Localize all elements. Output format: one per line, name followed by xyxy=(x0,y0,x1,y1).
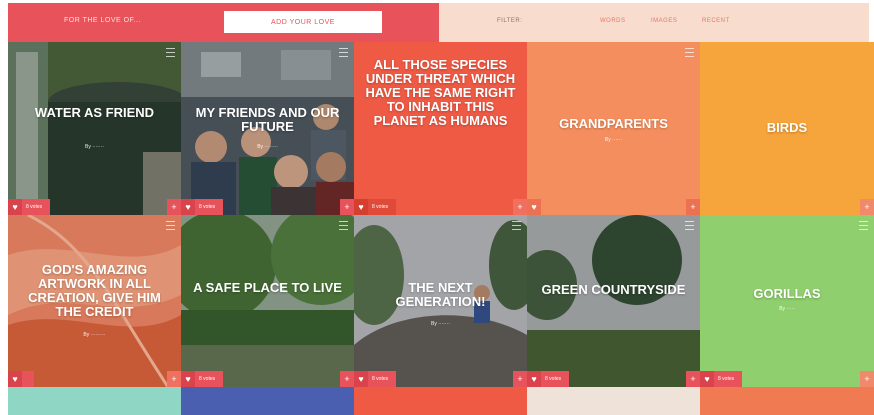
menu-icon[interactable] xyxy=(685,48,694,57)
heart-icon[interactable]: ♥ xyxy=(354,199,368,215)
site-brand[interactable]: FOR THE LOVE OF... xyxy=(64,17,141,24)
love-tile-next-generation[interactable]: THE NEXT GENERATION! By ······· ♥ 8 vote… xyxy=(354,215,527,387)
menu-icon[interactable] xyxy=(859,221,868,230)
photo-overlay xyxy=(527,215,700,387)
love-tile-my-friends[interactable]: MY FRIENDS AND OUR FUTURE By ········ ♥ … xyxy=(181,42,354,215)
menu-icon[interactable] xyxy=(339,221,348,230)
vote-bar: ♥ 8 votes xyxy=(354,371,397,387)
plus-icon[interactable]: + xyxy=(686,199,700,215)
menu-icon[interactable] xyxy=(512,221,521,230)
tile-title: GRANDPARENTS xyxy=(559,116,668,131)
tile-author: By ······· xyxy=(431,321,450,327)
love-tile-birds[interactable]: BIRDS + xyxy=(700,42,874,215)
love-tile-partial[interactable] xyxy=(700,387,874,415)
heart-icon[interactable]: ♥ xyxy=(527,371,541,387)
plus-icon[interactable]: + xyxy=(686,371,700,387)
tile-title: GOD'S AMAZING ARTWORK IN ALL CREATION, G… xyxy=(28,262,161,320)
heart-icon[interactable]: ♥ xyxy=(700,371,714,387)
vote-count xyxy=(541,199,553,215)
tile-title: ALL THOSE SPECIES UNDER THREAT WHICH HAV… xyxy=(365,57,516,129)
tile-author: By ······ xyxy=(604,137,623,143)
tile-author: By ········· xyxy=(83,332,106,338)
vote-bar: ♥ 8 votes xyxy=(527,371,570,387)
tile-author: By ········ xyxy=(257,144,278,150)
header-left-panel: FOR THE LOVE OF... ADD YOUR LOVE xyxy=(8,3,439,42)
add-your-love-button[interactable]: ADD YOUR LOVE xyxy=(224,11,382,33)
plus-icon[interactable]: + xyxy=(340,371,354,387)
vote-count: 8 votes xyxy=(718,376,735,382)
heart-icon[interactable]: ♥ xyxy=(8,371,22,387)
vote-count: 8 votes xyxy=(26,204,43,210)
photo-overlay xyxy=(181,215,354,387)
vote-count: 8 votes xyxy=(372,204,389,210)
love-tile-partial[interactable] xyxy=(527,387,700,415)
heart-icon[interactable]: ♥ xyxy=(8,199,22,215)
tile-title: GREEN COUNTRYSIDE xyxy=(541,282,686,297)
tile-title: MY FRIENDS AND OUR FUTURE xyxy=(195,105,340,135)
heart-icon[interactable]: ♥ xyxy=(354,371,368,387)
tile-title: BIRDS xyxy=(766,120,808,135)
menu-icon[interactable] xyxy=(685,221,694,230)
heart-icon[interactable]: ♥ xyxy=(527,199,541,215)
love-tile-water-as-friend[interactable]: WATER AS FRIEND By ······· ♥ 8 votes + xyxy=(8,42,181,215)
vote-bar: ♥ xyxy=(527,199,553,215)
vote-count: 8 votes xyxy=(199,204,216,210)
vote-bar: ♥ 8 votes xyxy=(8,199,51,215)
vote-count: 8 votes xyxy=(545,376,562,382)
love-tile-green-countryside[interactable]: GREEN COUNTRYSIDE ♥ 8 votes + xyxy=(527,215,700,387)
vote-bar: ♥ 8 votes xyxy=(181,199,224,215)
vote-bar: ♥ 8 votes xyxy=(700,371,743,387)
vote-count xyxy=(22,371,34,387)
filter-bar: FILTER: WORDS IMAGES RECENT xyxy=(439,3,869,42)
tile-author: By ······· xyxy=(85,144,104,150)
love-tile-grandparents[interactable]: GRANDPARENTS By ······ ♥ + xyxy=(527,42,700,215)
plus-icon[interactable]: + xyxy=(513,371,527,387)
vote-bar: ♥ 8 votes xyxy=(354,199,397,215)
plus-icon[interactable]: + xyxy=(513,199,527,215)
photo-overlay xyxy=(8,42,181,215)
plus-icon[interactable]: + xyxy=(340,199,354,215)
filter-label: FILTER: xyxy=(497,18,523,24)
menu-icon[interactable] xyxy=(166,221,175,230)
love-tile-species-under-threat[interactable]: ALL THOSE SPECIES UNDER THREAT WHICH HAV… xyxy=(354,42,527,215)
filter-words-link[interactable]: WORDS xyxy=(600,18,626,24)
tile-title: A SAFE PLACE TO LIVE xyxy=(193,280,342,295)
top-bar: FOR THE LOVE OF... ADD YOUR LOVE FILTER:… xyxy=(8,3,869,42)
vote-count: 8 votes xyxy=(372,376,389,382)
menu-icon[interactable] xyxy=(166,48,175,57)
heart-icon[interactable]: ♥ xyxy=(181,371,195,387)
menu-icon[interactable] xyxy=(339,48,348,57)
vote-bar: ♥ 8 votes xyxy=(181,371,224,387)
tile-title: GORILLAS xyxy=(753,286,821,301)
plus-icon[interactable]: + xyxy=(860,199,874,215)
tile-author: By ····· xyxy=(779,306,795,312)
love-tile-gods-artwork[interactable]: GOD'S AMAZING ARTWORK IN ALL CREATION, G… xyxy=(8,215,181,387)
heart-icon[interactable]: ♥ xyxy=(181,199,195,215)
vote-bar: ♥ xyxy=(8,371,34,387)
tile-title: THE NEXT GENERATION! xyxy=(395,280,486,310)
tile-title: WATER AS FRIEND xyxy=(34,105,155,120)
love-tile-partial[interactable] xyxy=(181,387,354,415)
plus-icon[interactable]: + xyxy=(167,199,181,215)
vote-count: 8 votes xyxy=(199,376,216,382)
plus-icon[interactable]: + xyxy=(167,371,181,387)
filter-images-link[interactable]: IMAGES xyxy=(651,18,677,24)
love-tile-gorillas[interactable]: GORILLAS By ····· ♥ 8 votes + xyxy=(700,215,874,387)
love-grid: WATER AS FRIEND By ······· ♥ 8 votes + M… xyxy=(8,42,874,415)
plus-icon[interactable]: + xyxy=(860,371,874,387)
love-tile-safe-place[interactable]: A SAFE PLACE TO LIVE ♥ 8 votes + xyxy=(181,215,354,387)
love-tile-partial[interactable] xyxy=(354,387,527,415)
love-tile-partial[interactable] xyxy=(8,387,181,415)
filter-recent-link[interactable]: RECENT xyxy=(702,18,730,24)
